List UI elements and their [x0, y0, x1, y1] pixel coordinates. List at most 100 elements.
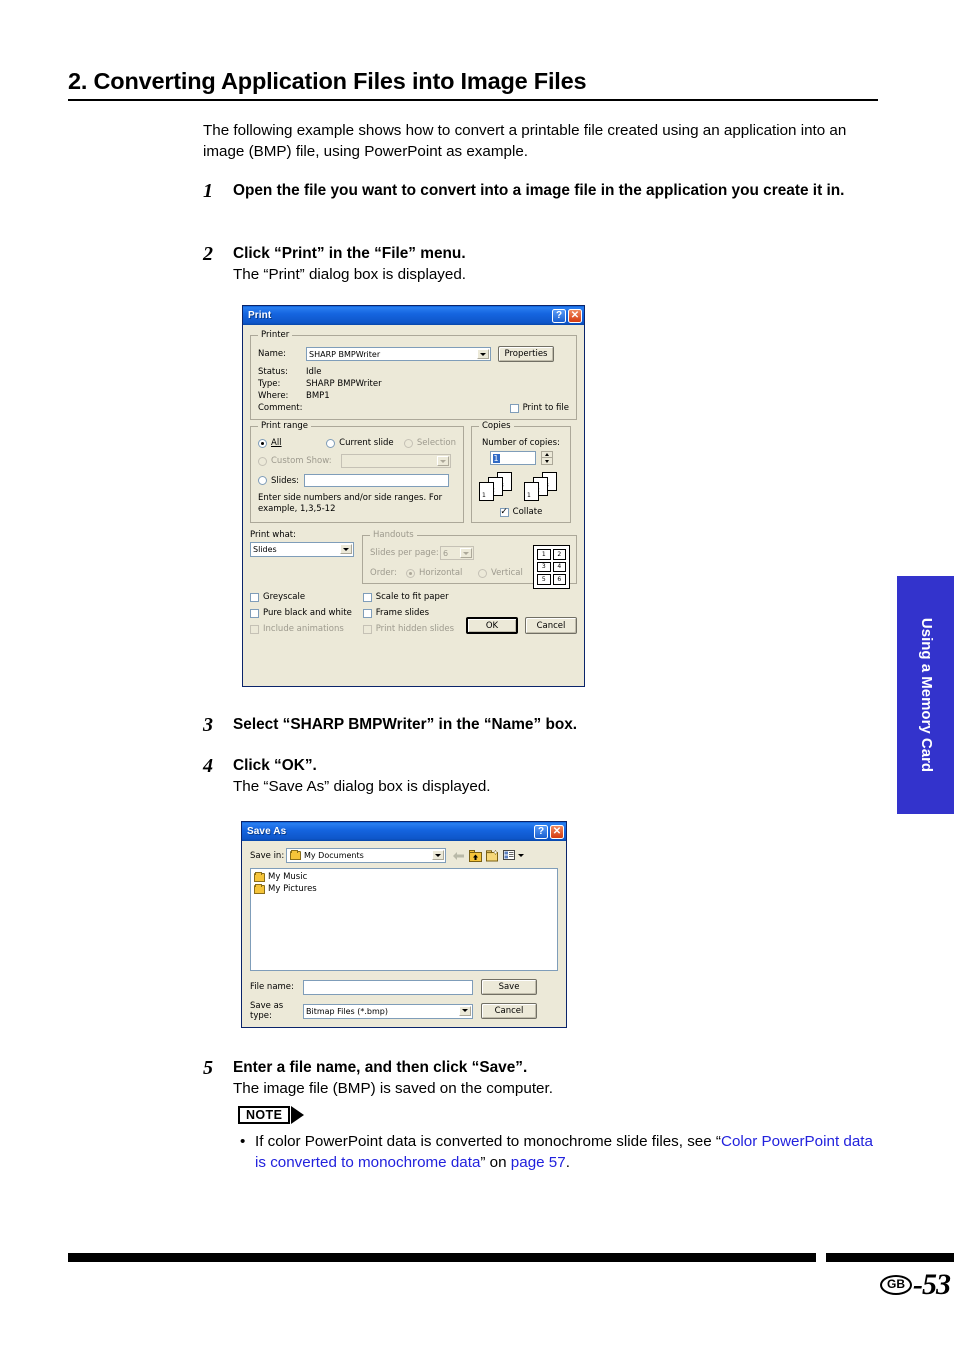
radio-custom-show: Custom Show: [258, 456, 341, 466]
save-as-type-combo[interactable]: Bitmap Files (*.bmp) [303, 1003, 473, 1019]
spinner-down-icon[interactable] [540, 458, 553, 465]
radio-icon [258, 476, 267, 485]
scale-to-fit-paper-label: Scale to fit paper [375, 592, 449, 602]
file-list[interactable]: My Music My Pictures [250, 868, 558, 971]
printer-name-combo[interactable]: SHARP BMPWriter [306, 347, 491, 361]
printer-status-value: Idle [306, 367, 322, 377]
pure-black-and-white-checkbox[interactable]: Pure black and white [250, 608, 363, 618]
ok-button[interactable]: OK [466, 617, 518, 634]
printer-group: Printer Name: SHARP BMPWriter Properties… [250, 330, 577, 420]
note-link-page-57[interactable]: page 57 [511, 1154, 566, 1171]
print-dialog[interactable]: Print ? ✕ Printer Name: SHARP BMPWriter … [242, 305, 585, 687]
close-icon[interactable]: ✕ [568, 308, 582, 323]
print-dialog-title: Print [248, 310, 272, 321]
views-icon[interactable] [502, 849, 517, 863]
save-as-type-value: Bitmap Files (*.bmp) [306, 1006, 388, 1016]
print-to-file-checkbox[interactable]: Print to file [509, 403, 569, 413]
new-folder-icon[interactable] [485, 849, 500, 863]
note-item: If color PowerPoint data is converted to… [238, 1131, 878, 1173]
greyscale-checkbox[interactable]: Greyscale [250, 592, 363, 602]
handout-cell: 6 [552, 574, 566, 585]
help-icon[interactable]: ? [534, 824, 548, 839]
print-what-combo[interactable]: Slides [250, 542, 354, 557]
intro-paragraph: The following example shows how to conve… [203, 122, 847, 160]
radio-all[interactable]: All [258, 438, 326, 448]
collate-label: Collate [512, 507, 543, 517]
list-item-label: My Music [268, 872, 308, 882]
chevron-down-icon[interactable] [459, 1005, 471, 1016]
region-badge: GB [880, 1275, 912, 1295]
step-3-title: Select “SHARP BMPWriter” in the “Name” b… [233, 716, 578, 733]
list-item[interactable]: My Music [254, 871, 554, 882]
number-of-copies-input[interactable]: 1 [489, 451, 536, 465]
radio-current-slide[interactable]: Current slide [326, 438, 404, 448]
cancel-button[interactable]: Cancel [525, 617, 577, 634]
footer-rule-right [826, 1253, 954, 1262]
radio-icon [406, 568, 415, 578]
print-what-label: Print what: [250, 530, 296, 540]
step-5-subtitle: The image file (BMP) is saved on the com… [233, 1080, 553, 1097]
frame-slides-checkbox[interactable]: Frame slides [362, 608, 466, 618]
printer-where-label: Where: [258, 391, 289, 401]
page-number: -53 [913, 1268, 951, 1301]
radio-all-label: All [271, 438, 282, 448]
slides-per-page-label: Slides per page: [370, 548, 439, 558]
note-item-post: . [565, 1154, 570, 1171]
step-3: 3 Select “SHARP BMPWriter” in the “Name”… [203, 714, 883, 735]
collate-preview: 3 2 1 3 2 1 [479, 472, 563, 502]
save-as-titlebar[interactable]: Save As ? ✕ [242, 822, 566, 841]
chevron-down-icon[interactable] [477, 349, 489, 359]
order-label: Order: [370, 568, 397, 578]
step-1-number: 1 [203, 180, 213, 202]
list-item[interactable]: My Pictures [254, 883, 554, 894]
slides-range-input[interactable] [304, 474, 449, 487]
save-as-dialog[interactable]: Save As ? ✕ Save in: My Documents My Mus… [241, 821, 567, 1028]
print-dialog-titlebar[interactable]: Print ? ✕ [243, 306, 584, 325]
checkbox-icon [362, 624, 372, 634]
copies-spinner[interactable] [540, 451, 553, 465]
heading-rule [68, 99, 878, 101]
save-in-combo[interactable]: My Documents [286, 848, 446, 863]
save-as-cancel-button[interactable]: Cancel [481, 1003, 537, 1019]
help-icon[interactable]: ? [552, 308, 566, 323]
print-range-hint: Enter side numbers and/or side ranges. F… [258, 493, 443, 514]
chevron-down-icon[interactable] [518, 854, 524, 857]
back-arrow-icon[interactable] [451, 849, 466, 863]
properties-button[interactable]: Properties [498, 346, 554, 362]
radio-slides[interactable]: Slides: [258, 476, 304, 486]
up-folder-icon[interactable] [468, 849, 483, 863]
checkbox-icon: ✓ [499, 506, 509, 517]
spinner-up-icon[interactable] [540, 451, 553, 458]
radio-icon [258, 456, 267, 466]
handouts-preview-grid: 1 2 3 4 5 6 [533, 545, 570, 589]
radio-current-slide-label: Current slide [339, 438, 394, 448]
scale-to-fit-paper-checkbox[interactable]: Scale to fit paper [362, 592, 466, 602]
radio-icon [326, 438, 336, 448]
folder-icon [290, 850, 301, 860]
chevron-down-icon[interactable] [432, 850, 444, 860]
printer-type-label: Type: [258, 379, 281, 389]
radio-vertical-label: Vertical [491, 568, 523, 578]
frame-slides-label: Frame slides [375, 608, 430, 618]
folder-icon [254, 871, 265, 882]
note-item-mid: ” on [480, 1154, 511, 1171]
collate-checkbox[interactable]: ✓ Collate [479, 507, 563, 517]
checkbox-icon [362, 592, 372, 602]
save-button[interactable]: Save [481, 979, 537, 995]
collate-stack-uncollated: 3 2 1 [479, 472, 518, 502]
close-icon[interactable]: ✕ [550, 824, 564, 839]
step-4: 4 Click “OK”. The “Save As” dialog box i… [203, 755, 883, 797]
step-4-title: Click “OK”. [233, 757, 317, 774]
step-5-title: Enter a file name, and then click “Save”… [233, 1059, 528, 1076]
step-1: 1 Open the file you want to convert into… [203, 180, 883, 201]
pure-black-and-white-label: Pure black and white [263, 608, 352, 618]
save-in-value: My Documents [304, 851, 364, 860]
folder-icon [254, 883, 265, 894]
radio-selection-label: Selection [416, 438, 456, 448]
file-name-input[interactable] [303, 979, 473, 995]
slides-per-page-combo: 6 [440, 546, 474, 560]
radio-icon [258, 438, 267, 448]
chevron-down-icon[interactable] [340, 544, 352, 554]
step-2-subtitle: The “Print” dialog box is displayed. [233, 266, 466, 283]
greyscale-label: Greyscale [263, 592, 306, 602]
